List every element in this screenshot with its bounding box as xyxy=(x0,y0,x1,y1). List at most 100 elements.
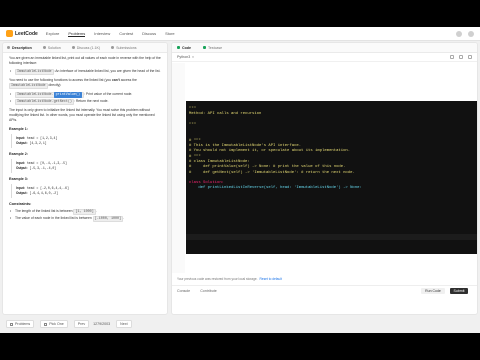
desc-bullet-3: ImmutableListNode.getNext(): Return the … xyxy=(9,99,161,105)
line-gutter xyxy=(172,63,185,273)
tab-submissions[interactable]: Submissions xyxy=(111,45,137,50)
example-2-title: Example 2: xyxy=(9,152,28,156)
page-indicator: 1279/2003 xyxy=(93,322,111,326)
example-1-title: Example 1: xyxy=(9,127,28,131)
tab-discuss[interactable]: Discuss (1.1K) xyxy=(71,45,101,50)
desc-para-2-b: access the xyxy=(119,78,137,82)
example-1-input-value: head = [1,2,3,4] xyxy=(26,136,58,140)
desc-bullet-1: ImmutableListNode: An interface of immut… xyxy=(9,69,161,75)
inline-code: ImmutableListNode.getNext() xyxy=(15,99,74,105)
input-label: Input: xyxy=(16,186,25,190)
problems-button[interactable]: Problems xyxy=(6,320,35,328)
problems-label: Problems xyxy=(15,322,31,326)
inline-code: ImmutableListNode xyxy=(9,83,48,89)
problem-description: You are given an immutable linked list, … xyxy=(3,53,167,226)
desc-bullet-3-text: : Return the next node. xyxy=(73,99,109,103)
tab-code-label: Code xyxy=(182,45,191,50)
nav-contest[interactable]: Contest xyxy=(119,31,133,36)
desc-intro: You are given an immutable linked list, … xyxy=(9,56,161,65)
nav-explore[interactable]: Explore xyxy=(46,31,60,36)
description-icon xyxy=(7,46,10,49)
prev-button[interactable]: Prev xyxy=(73,320,90,328)
example-3-title: Example 3: xyxy=(9,177,28,181)
nav-discuss[interactable]: Discuss xyxy=(142,31,156,36)
nav-store[interactable]: Store xyxy=(165,31,175,36)
tab-description-label: Description xyxy=(12,45,32,50)
restored-notice: Your previous code was restored from you… xyxy=(172,275,477,282)
avatar[interactable] xyxy=(468,30,474,37)
example-2-output-value: [-5,3,-1,-4,0] xyxy=(29,166,57,170)
tab-testcase[interactable]: Testcase xyxy=(202,46,222,50)
tab-description[interactable]: Description xyxy=(7,46,32,50)
inline-code: ImmutableListNode xyxy=(15,69,54,75)
tab-solution-label: Solution xyxy=(47,45,61,50)
run-code-button[interactable]: Run Code xyxy=(421,288,445,294)
top-navbar: LeetCode Explore Problems Interview Cont… xyxy=(0,27,480,41)
next-button[interactable]: Next xyxy=(116,320,132,328)
constraint-1: The length of the linked list is between… xyxy=(9,209,161,215)
nav-interview[interactable]: Interview xyxy=(94,31,110,36)
problem-panel: Description Solution Discuss (1.1K) Subm… xyxy=(2,42,168,315)
fullscreen-icon[interactable] xyxy=(468,55,472,59)
example-1-box: Input: head = [1,2,3,4] Output: [4,3,2,1… xyxy=(11,134,161,148)
editor-toolbar: Python3 ▾ xyxy=(172,53,477,62)
pick-one-label: Pick One xyxy=(49,322,64,326)
shuffle-icon xyxy=(44,322,48,326)
list-icon xyxy=(10,322,13,326)
desc-bullet-2-text: : Print value of the current node. xyxy=(84,92,133,96)
tab-solution[interactable]: Solution xyxy=(42,45,61,50)
constraint-1-text: The length of the linked list is between xyxy=(15,209,74,213)
notification-icon[interactable] xyxy=(456,30,462,37)
console-bar: Console Contribute Run Code Submit xyxy=(172,285,477,295)
solution-icon xyxy=(42,46,46,49)
restored-text: Your previous code was restored from you… xyxy=(177,276,258,281)
next-label: Next xyxy=(120,322,128,326)
language-select[interactable]: Python3 ▾ xyxy=(177,55,194,59)
logo[interactable]: LeetCode xyxy=(6,30,38,37)
inline-code: [-1000, 1000] xyxy=(92,216,124,222)
reset-default-link[interactable]: Reset to default xyxy=(260,277,282,281)
code-line[interactable] xyxy=(189,192,474,197)
desc-para-3: The input is only given to initialize th… xyxy=(9,108,155,122)
tab-discuss-label: Discuss (1.1K) xyxy=(76,45,101,50)
code-icon xyxy=(177,46,180,49)
desc-para-2-c: directly): xyxy=(47,83,62,87)
constraints-title: Constraints: xyxy=(9,202,32,206)
example-1-output: Output: [4,3,2,1] xyxy=(16,141,157,146)
contribute-link[interactable]: Contribute xyxy=(200,289,217,293)
chevron-down-icon: ▾ xyxy=(192,55,194,59)
tab-code[interactable]: Code xyxy=(177,46,191,50)
reset-icon[interactable] xyxy=(459,55,463,59)
code-editor[interactable]: """ Method: API calls and recursion """ #… xyxy=(172,63,477,273)
leetcode-logo-icon xyxy=(6,30,13,37)
desc-para-2: You need to use the following functions … xyxy=(9,78,161,89)
testcase-icon xyxy=(202,46,206,49)
leetcode-window: LeetCode Explore Problems Interview Cont… xyxy=(0,27,480,333)
nav-right-icons xyxy=(450,30,474,37)
submit-button[interactable]: Submit xyxy=(450,288,468,294)
example-3-box: Input: head = [-2,0,6,4,4,-6] Output: [-… xyxy=(11,184,161,198)
inline-code: ImmutableListNode. printValue() xyxy=(15,92,85,98)
editor-tabs: Code Testcase xyxy=(172,43,477,53)
example-3-output: Output: [-6,4,4,6,0,-2] xyxy=(16,191,157,196)
editor-panel: Code Testcase Python3 ▾ """ Method: API ca… xyxy=(171,42,478,315)
language-label: Python3 xyxy=(177,55,191,59)
example-2-input-value: head = [0,-4,-1,3,-5] xyxy=(26,161,67,165)
inline-code: [1, 1000] xyxy=(73,209,96,215)
output-label: Output: xyxy=(16,141,28,145)
example-3-input-value: head = [-2,0,6,4,4,-6] xyxy=(26,186,69,190)
pick-one-button[interactable]: Pick One xyxy=(40,320,68,328)
input-label: Input: xyxy=(16,161,25,165)
example-2-output: Output: [-5,3,-1,-4,0] xyxy=(16,166,157,171)
settings-icon[interactable] xyxy=(450,55,454,59)
desc-bullet-1-text: : An interface of immutable linked list,… xyxy=(53,69,161,73)
code-text[interactable]: """ Method: API calls and recursion """ #… xyxy=(189,107,474,197)
tab-submissions-label: Submissions xyxy=(116,45,137,50)
nav-problems[interactable]: Problems xyxy=(68,31,86,37)
desc-bullet-2: ImmutableListNode.printValue(): Print va… xyxy=(9,92,161,98)
problem-tabs: Description Solution Discuss (1.1K) Subm… xyxy=(3,43,167,53)
desc-para-2-a: You need to use the following functions … xyxy=(9,78,112,82)
console-toggle[interactable]: Console xyxy=(177,289,190,293)
submissions-icon xyxy=(111,46,115,49)
highlighted-selection: printValue() xyxy=(53,92,83,98)
